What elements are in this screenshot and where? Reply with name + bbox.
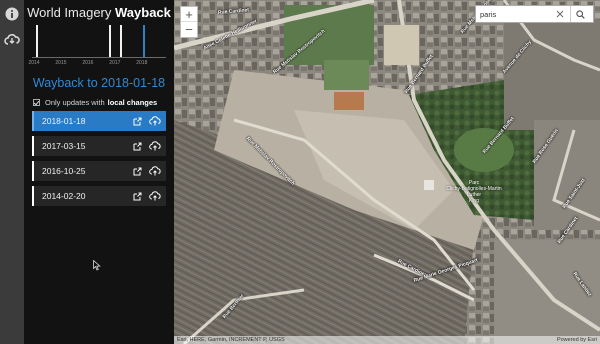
zoom-in-button[interactable]: + — [181, 7, 197, 22]
wayback-date-heading: Wayback to 2018-01-18 — [32, 76, 166, 90]
app-title-bold: Wayback — [115, 5, 171, 20]
release-item[interactable]: 2018-01-18 — [32, 111, 166, 131]
release-item[interactable]: 2017-03-15 — [32, 136, 166, 156]
local-changes-filter[interactable]: Only updates with local changes — [33, 98, 157, 107]
filter-label: Only updates with — [45, 98, 105, 107]
year-tick-label: 2015 — [55, 60, 67, 66]
powered-by-text[interactable]: Powered by Esri — [557, 337, 597, 343]
release-date: 2016-10-25 — [42, 166, 86, 176]
map-view[interactable]: Rue Cardinet Allée Colette Heilbronner R… — [174, 0, 600, 344]
release-date: 2017-03-15 — [42, 141, 86, 151]
cloud-download-icon[interactable] — [148, 189, 162, 203]
zoom-out-button[interactable]: − — [181, 22, 197, 37]
search-box — [475, 5, 594, 23]
map-attribution: Esri, HERE, Garmin, INCREMENT P, USGS Po… — [174, 336, 600, 344]
park-label: Parc Clichy-Batignolles-Martin Luther Ki… — [444, 180, 504, 204]
search-input[interactable] — [476, 9, 550, 19]
release-list: 2018-01-18 2017-03-15 2016-10-25 2014-02-20 — [32, 111, 166, 211]
cloud-sync-icon[interactable] — [2, 30, 22, 50]
year-tick-label: 2017 — [109, 60, 121, 66]
mouse-pointer-icon — [93, 260, 101, 271]
year-tick-label: 2018 — [136, 60, 148, 66]
release-bar[interactable] — [109, 24, 112, 57]
release-bar[interactable] — [36, 24, 39, 57]
cloud-download-icon[interactable] — [148, 114, 162, 128]
app-title-light: World Imagery — [27, 5, 112, 20]
release-item[interactable]: 2016-10-25 — [32, 161, 166, 181]
release-histogram[interactable] — [32, 24, 166, 58]
open-in-new-icon[interactable] — [130, 164, 144, 178]
cloud-download-icon[interactable] — [148, 164, 162, 178]
release-bar[interactable] — [120, 24, 123, 57]
zoom-control: + − — [180, 6, 198, 38]
open-in-new-icon[interactable] — [130, 189, 144, 203]
icon-rail — [0, 0, 24, 344]
local-changes-checkbox[interactable] — [33, 99, 40, 106]
cloud-download-icon[interactable] — [148, 139, 162, 153]
park-label-line: King — [468, 198, 479, 204]
attribution-text: Esri, HERE, Garmin, INCREMENT P, USGS — [177, 337, 285, 343]
open-in-new-icon[interactable] — [130, 114, 144, 128]
clear-icon[interactable] — [550, 6, 570, 22]
open-in-new-icon[interactable] — [130, 139, 144, 153]
release-item[interactable]: 2014-02-20 — [32, 186, 166, 206]
satellite-imagery — [174, 0, 600, 344]
release-date: 2018-01-18 — [42, 116, 86, 126]
side-panel: World Imagery Wayback 2014 2015 2016 2017 20… — [24, 0, 174, 344]
histogram-year-axis: 2014 2015 2016 2017 2018 — [28, 60, 166, 68]
filter-label-bold: local changes — [107, 98, 158, 107]
search-icon[interactable] — [570, 6, 590, 22]
release-date: 2014-02-20 — [42, 191, 86, 201]
app-title: World Imagery Wayback — [24, 5, 174, 20]
info-icon[interactable] — [2, 4, 22, 24]
year-tick-label: 2014 — [28, 60, 40, 66]
year-tick-label: 2016 — [82, 60, 94, 66]
release-bar[interactable] — [143, 24, 146, 57]
